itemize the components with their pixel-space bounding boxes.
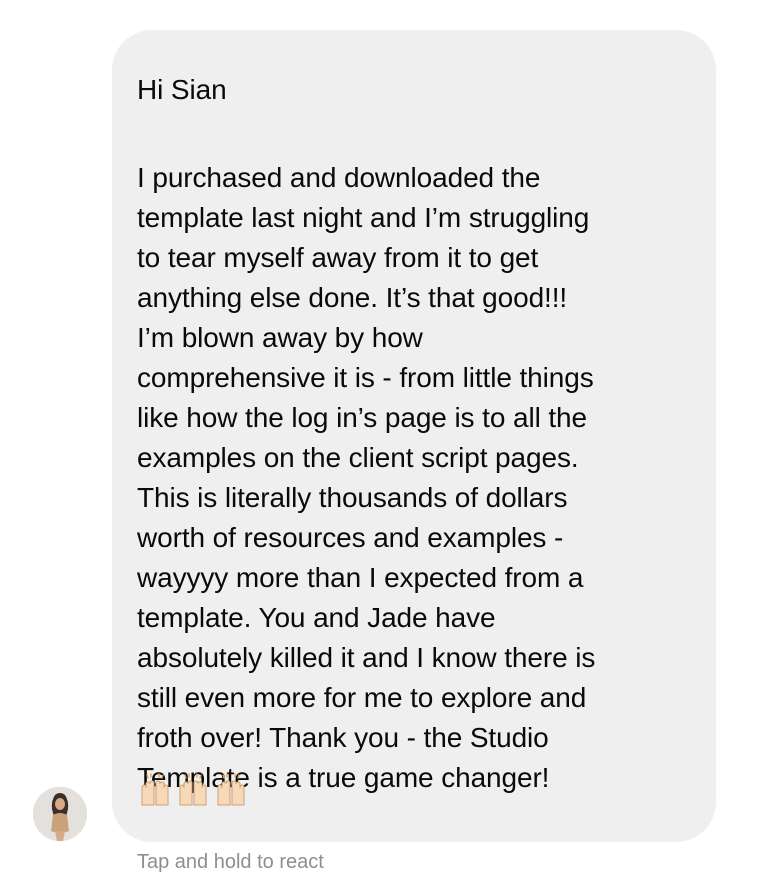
raising-hands-icon [137,772,173,808]
sender-avatar[interactable] [33,787,87,841]
message-body: I purchased and downloaded the template … [137,158,692,798]
raising-hands-icon [175,772,211,808]
message-line: anything else done. It’s that good!!! [137,282,568,313]
avatar-image [33,787,87,841]
message-line: still even more for me to explore and [137,682,587,713]
message-line: comprehensive it is - from little things [137,362,594,393]
react-hint: Tap and hold to react [137,851,324,873]
message-line: froth over! Thank you - the Studio [137,722,549,753]
message-bubble[interactable]: Hi Sian I purchased and downloaded the t… [112,30,716,842]
message-line: I purchased and downloaded the [137,162,541,193]
message-line: examples on the client script pages. [137,442,579,473]
message-greeting: Hi Sian [137,74,227,105]
message-line: I’m blown away by how [137,322,423,353]
message-line: template last night and I’m struggling [137,202,590,233]
message-line: wayyyy more than I expected from a [137,562,584,593]
message-line: absolutely killed it and I know there is [137,642,596,673]
message-line: like how the log in’s page is to all the [137,402,587,433]
message-line: to tear myself away from it to get [137,242,539,273]
emoji-row [137,772,249,808]
message-line: template. You and Jade have [137,602,496,633]
raising-hands-icon [213,772,249,808]
message-line: This is literally thousands of dollars [137,482,568,513]
message-line: worth of resources and examples - [137,522,564,553]
